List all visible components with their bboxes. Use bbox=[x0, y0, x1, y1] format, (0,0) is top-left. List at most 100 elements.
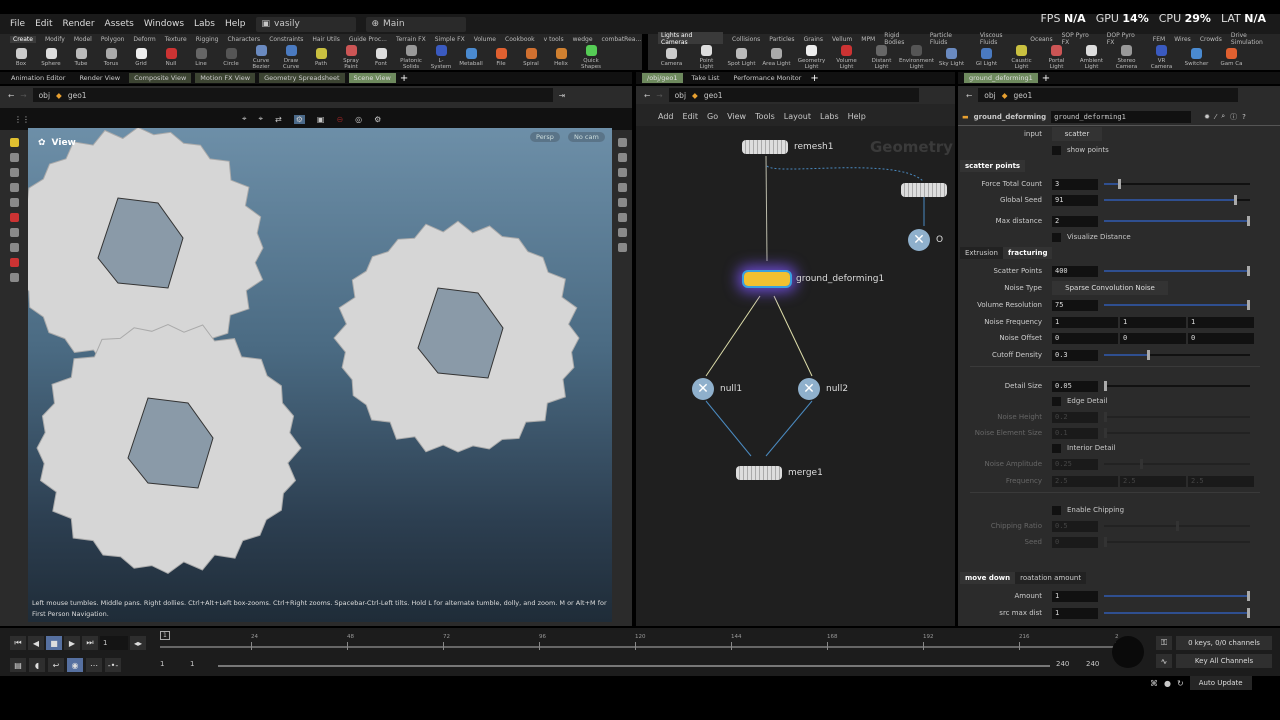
select-mode-icon[interactable]: ⌖ bbox=[242, 114, 247, 124]
pane-tab[interactable]: /obj/geo1 bbox=[642, 73, 683, 83]
cutoff-density-field[interactable]: 0.3 bbox=[1052, 349, 1098, 361]
noise-offset-field[interactable]: 0 bbox=[1188, 332, 1254, 344]
force-total-count-field[interactable]: 3 bbox=[1052, 178, 1098, 190]
volume-resolution-slider[interactable] bbox=[1104, 300, 1250, 310]
slider-handle[interactable] bbox=[1247, 300, 1250, 310]
visualize-distance-checkbox[interactable] bbox=[1052, 232, 1061, 242]
noise-type-menu[interactable]: Sparse Convolution Noise bbox=[1052, 281, 1168, 295]
frequency-field[interactable]: 2.5 bbox=[1120, 475, 1186, 487]
shelf-tool[interactable]: Curve Bezier bbox=[246, 44, 276, 70]
info-icon[interactable] bbox=[617, 243, 627, 252]
edge-detail-checkbox[interactable] bbox=[1052, 396, 1061, 406]
node-merge1[interactable]: merge1 bbox=[736, 466, 823, 480]
shelf-tool[interactable]: GI Light bbox=[969, 47, 1004, 67]
detail-size-field[interactable]: 0.05 bbox=[1052, 380, 1098, 392]
shelf-tool[interactable]: Box bbox=[6, 47, 36, 67]
node-null1[interactable]: ✕ null1 bbox=[692, 378, 742, 400]
shelf-tab[interactable]: MPM bbox=[861, 36, 875, 43]
seed-field[interactable]: 0 bbox=[1052, 536, 1098, 548]
step-icon[interactable]: ◂▸ bbox=[130, 636, 146, 650]
shelf-tab[interactable]: Grains bbox=[804, 36, 823, 43]
keys-channels-menu[interactable]: 0 keys, 0/0 channels bbox=[1176, 636, 1272, 650]
shelf-tool[interactable]: Draw Curve bbox=[276, 44, 306, 70]
noise-offset-field[interactable]: 0 bbox=[1052, 332, 1118, 344]
slider-handle[interactable] bbox=[1104, 428, 1107, 438]
pane-tab[interactable]: Composite View bbox=[129, 73, 192, 83]
shelf-tab[interactable]: Characters bbox=[227, 36, 260, 43]
amount-slider[interactable] bbox=[1104, 591, 1250, 601]
force-total-count-slider[interactable] bbox=[1104, 179, 1250, 189]
folder-tab[interactable]: Extrusion bbox=[960, 247, 1003, 259]
node-body[interactable] bbox=[742, 140, 788, 154]
shelf-tab[interactable]: Volume bbox=[474, 36, 496, 43]
shelf-tool[interactable]: Grid bbox=[126, 47, 156, 67]
key-channels-icon[interactable]: ∿ bbox=[1156, 654, 1172, 668]
shelf-tool[interactable]: Caustic Light bbox=[1004, 44, 1039, 70]
input-menu[interactable]: scatter bbox=[1052, 127, 1102, 141]
range-slider[interactable] bbox=[218, 665, 1050, 667]
persp-menu[interactable]: Persp bbox=[530, 132, 560, 142]
playback-end-field[interactable]: 240 bbox=[1056, 660, 1069, 668]
pane-tab[interactable]: Scene View bbox=[348, 73, 396, 83]
folder-tab[interactable]: roatation amount bbox=[1015, 572, 1087, 584]
playhead[interactable]: 1 bbox=[160, 631, 170, 640]
shelf-tab[interactable]: Texture bbox=[165, 36, 187, 43]
menu-help[interactable]: Help bbox=[225, 19, 246, 29]
slider-handle[interactable] bbox=[1247, 591, 1250, 601]
slider-handle[interactable] bbox=[1247, 608, 1250, 618]
node-ground-deforming1[interactable]: ground_deforming1 bbox=[742, 270, 884, 288]
frame-ruler[interactable]: 1 24 48 72 96 120 144 168 192 216 2 bbox=[160, 630, 1120, 652]
global-seed-field[interactable]: 91 bbox=[1052, 194, 1098, 206]
slider-handle[interactable] bbox=[1104, 412, 1107, 422]
shelf-tool[interactable]: Quick Shapes bbox=[576, 44, 606, 70]
shelf-tool[interactable]: File bbox=[486, 47, 516, 67]
scatter-points-field[interactable]: 400 bbox=[1052, 265, 1098, 277]
menu-render[interactable]: Render bbox=[63, 19, 95, 29]
node-body-selected[interactable] bbox=[742, 270, 792, 288]
volume-resolution-field[interactable]: 75 bbox=[1052, 299, 1098, 311]
shelf-tab[interactable]: Hair Utils bbox=[312, 36, 339, 43]
range-icon[interactable]: ⋯ bbox=[86, 658, 102, 672]
shelf-tab[interactable]: Vellum bbox=[832, 36, 852, 43]
slider-handle[interactable] bbox=[1104, 381, 1107, 391]
detail-size-slider[interactable] bbox=[1104, 381, 1250, 391]
seed-slider[interactable] bbox=[1104, 537, 1250, 547]
cutoff-density-slider[interactable] bbox=[1104, 350, 1250, 360]
shelf-tab[interactable]: Particles bbox=[769, 36, 794, 43]
range-start-field[interactable]: 1 bbox=[160, 660, 164, 668]
shelf-tool[interactable]: Distant Light bbox=[864, 44, 899, 70]
noise-frequency-field[interactable]: 1 bbox=[1188, 316, 1254, 328]
network-menu-item[interactable]: Tools bbox=[755, 112, 775, 121]
shelf-tab[interactable]: Model bbox=[74, 36, 92, 43]
interior-detail-checkbox[interactable] bbox=[1052, 443, 1061, 453]
wireframe-icon[interactable] bbox=[617, 168, 627, 177]
render-icon[interactable]: ◎ bbox=[355, 115, 362, 124]
network-menu-item[interactable]: Help bbox=[848, 112, 866, 121]
max-distance-field[interactable]: 2 bbox=[1052, 215, 1098, 227]
back-arrow-icon[interactable]: ← bbox=[644, 91, 650, 100]
slider-handle[interactable] bbox=[1118, 179, 1122, 189]
shelf-tool[interactable]: Metaball bbox=[456, 47, 486, 67]
shelf-tool[interactable]: Stereo Camera bbox=[1109, 44, 1144, 70]
desktop-select[interactable]: ▣ vasily bbox=[255, 16, 356, 32]
shelf-tool[interactable]: Path bbox=[306, 47, 336, 67]
src-max-dist-slider[interactable] bbox=[1104, 608, 1250, 618]
menu-windows[interactable]: Windows bbox=[144, 19, 184, 29]
lock-icon[interactable] bbox=[617, 153, 627, 162]
shelf-tab[interactable]: Modify bbox=[45, 36, 65, 43]
enable-chipping-checkbox[interactable] bbox=[1052, 505, 1061, 515]
play-icon[interactable]: ▶ bbox=[64, 636, 80, 650]
path-obj[interactable]: obj bbox=[675, 91, 686, 100]
path-field[interactable]: obj ◆ geo1 bbox=[32, 88, 553, 102]
transform-icon[interactable]: ⇄ bbox=[275, 115, 282, 124]
forward-arrow-icon[interactable]: → bbox=[20, 91, 26, 100]
shelf-tool[interactable]: Spot Light bbox=[724, 47, 759, 67]
shelf-tool[interactable]: Environment Light bbox=[899, 44, 934, 70]
keys-icon[interactable]: ⚿ bbox=[1156, 636, 1172, 650]
pane-tab[interactable]: Performance Monitor bbox=[728, 73, 806, 83]
node-offscreen[interactable]: ✕ O bbox=[908, 229, 943, 251]
shelf-tool[interactable]: Font bbox=[366, 47, 396, 67]
shelf-tool[interactable]: Circle bbox=[216, 47, 246, 67]
shelf-tool[interactable]: Gam Ca bbox=[1214, 47, 1249, 67]
pane-tab[interactable]: Render View bbox=[74, 73, 125, 83]
